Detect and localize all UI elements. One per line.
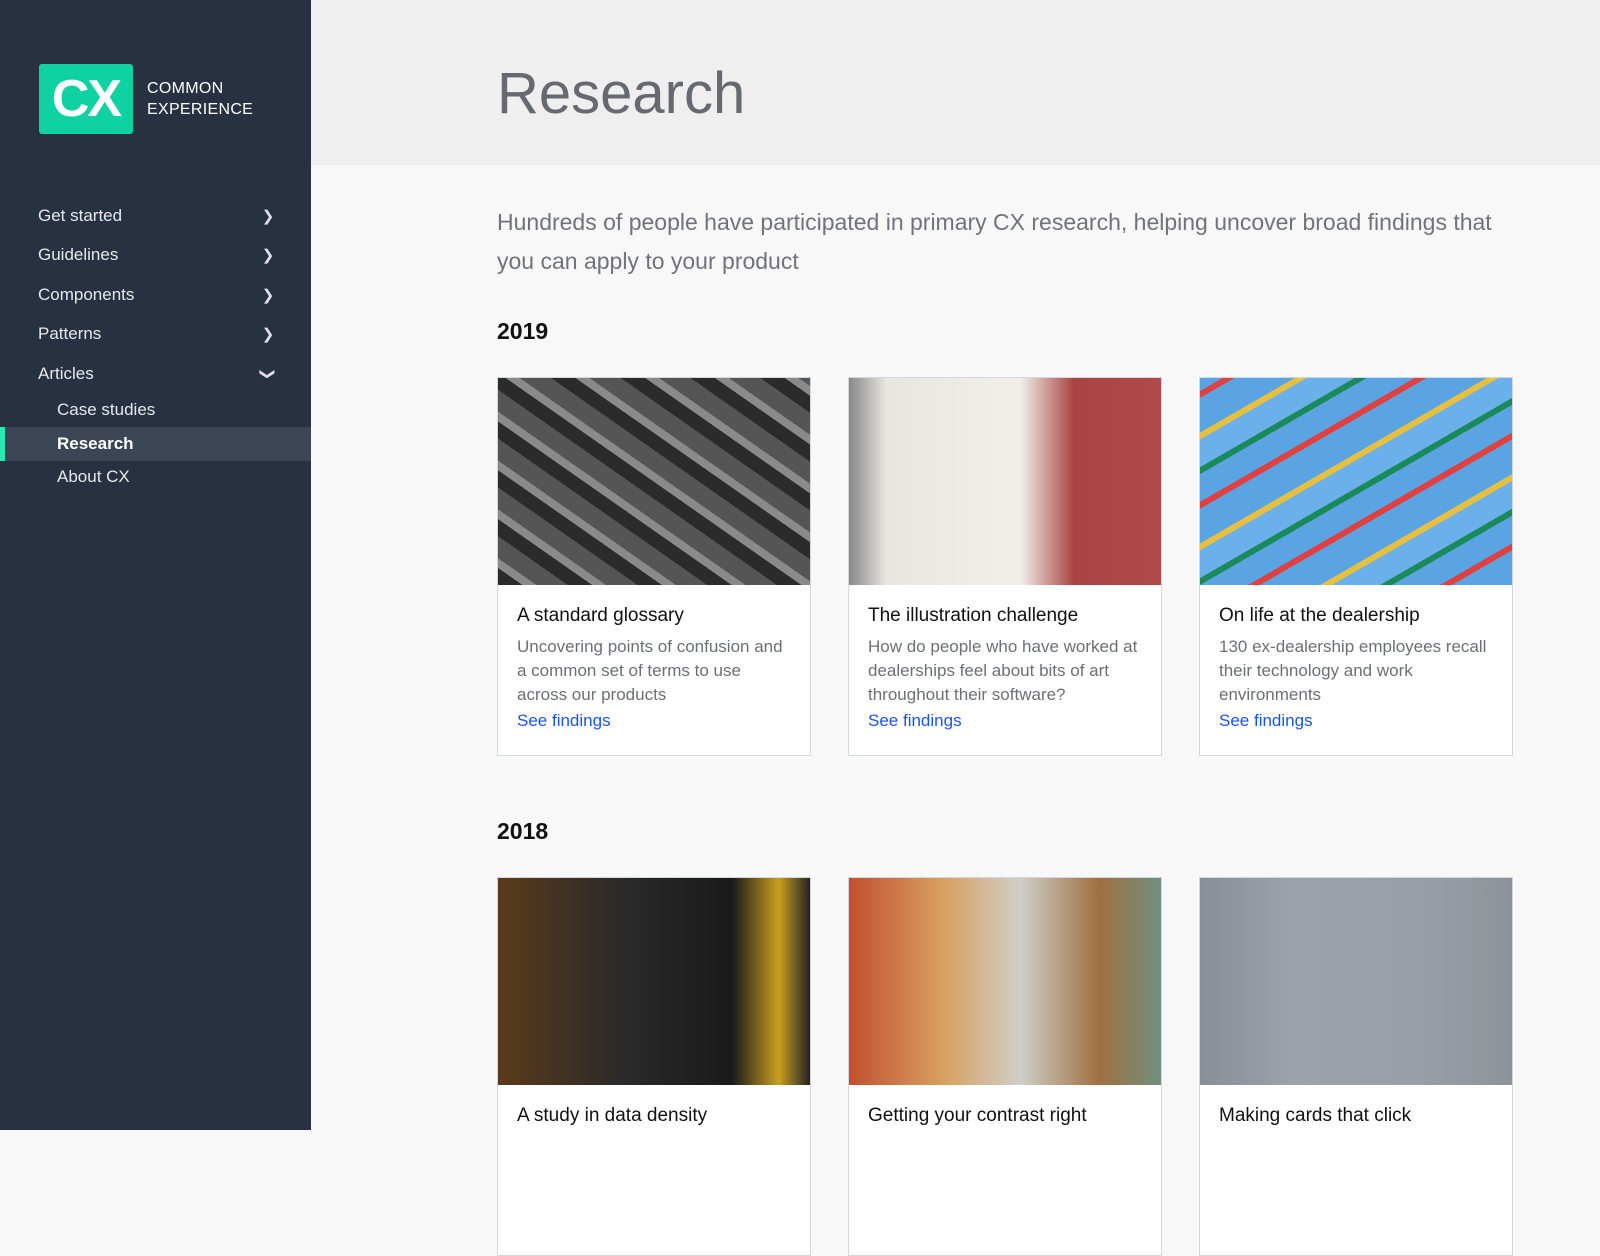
logo-mark: CX [39, 64, 133, 134]
see-findings-link[interactable]: See findings [868, 711, 962, 731]
nav-label: Patterns [38, 324, 102, 344]
nav-articles[interactable]: Articles ❯ [0, 354, 311, 394]
sidebar: CX COMMON EXPERIENCE Get started ❯ Guidel… [0, 0, 311, 1130]
see-findings-link[interactable]: See findings [517, 711, 611, 731]
chevron-right-icon: ❯ [261, 207, 275, 225]
nav-guidelines[interactable]: Guidelines ❯ [0, 236, 311, 276]
card-image [1200, 878, 1512, 1085]
page-title: Research [497, 61, 746, 126]
card-desc: How do people who have worked at dealers… [868, 637, 1138, 704]
nav-patterns[interactable]: Patterns ❯ [0, 315, 311, 355]
card-desc: 130 ex-dealership employees recall their… [1219, 637, 1487, 704]
card-image [849, 878, 1161, 1085]
card-title: On life at the dealership [1219, 605, 1420, 626]
nav-about-cx[interactable]: About CX [0, 461, 311, 495]
section-year: 2019 [497, 318, 549, 344]
nav-get-started[interactable]: Get started ❯ [0, 196, 311, 236]
logo[interactable]: CX COMMON EXPERIENCE [39, 64, 253, 134]
card-desc: Uncovering points of confusion and a com… [517, 637, 783, 704]
see-findings-link[interactable]: See findings [1219, 711, 1313, 731]
chevron-right-icon: ❯ [261, 247, 275, 265]
sidebar-nav: Get started ❯ Guidelines ❯ Components ❯ Pat… [0, 196, 311, 494]
card-image [498, 878, 810, 1085]
section-year: 2018 [497, 818, 549, 844]
chevron-right-icon: ❯ [261, 326, 275, 344]
card-title: The illustration challenge [868, 605, 1079, 626]
nav-label: Components [38, 284, 135, 304]
card-title: A standard glossary [517, 605, 684, 626]
logo-line2: EXPERIENCE [147, 101, 254, 118]
page-intro: Hundreds of people have participated in … [497, 209, 1492, 274]
card-title: A study in data density [517, 1105, 708, 1126]
nav-case-studies[interactable]: Case studies [0, 394, 311, 428]
research-card[interactable]: A standard glossary Uncovering points of … [497, 377, 811, 756]
card-title: Making cards that click [1219, 1105, 1412, 1126]
card-image [849, 378, 1161, 585]
card-image [1200, 378, 1512, 585]
logo-text: COMMON EXPERIENCE [147, 78, 253, 120]
nav-label: Get started [38, 205, 123, 225]
card-image [498, 378, 810, 585]
research-card[interactable]: Making cards that click [1199, 877, 1513, 1256]
logo-line1: COMMON [147, 80, 224, 97]
card-title: Getting your contrast right [868, 1105, 1087, 1126]
nav-label: Articles [38, 363, 94, 383]
research-card[interactable]: The illustration challenge How do people … [848, 377, 1162, 756]
chevron-right-icon: ❯ [261, 286, 275, 304]
nav-components[interactable]: Components ❯ [0, 275, 311, 315]
research-card[interactable]: On life at the dealership 130 ex-dealersh… [1199, 377, 1513, 756]
research-card[interactable]: Getting your contrast right [848, 877, 1162, 1256]
chevron-down-icon: ❯ [259, 367, 276, 381]
cards-2018: A study in data density Getting your con… [497, 877, 1513, 1256]
cards-2019: A standard glossary Uncovering points of … [497, 377, 1513, 756]
research-card[interactable]: A study in data density [497, 877, 811, 1256]
nav-label: Guidelines [38, 245, 119, 265]
nav-research[interactable]: Research [0, 427, 311, 461]
